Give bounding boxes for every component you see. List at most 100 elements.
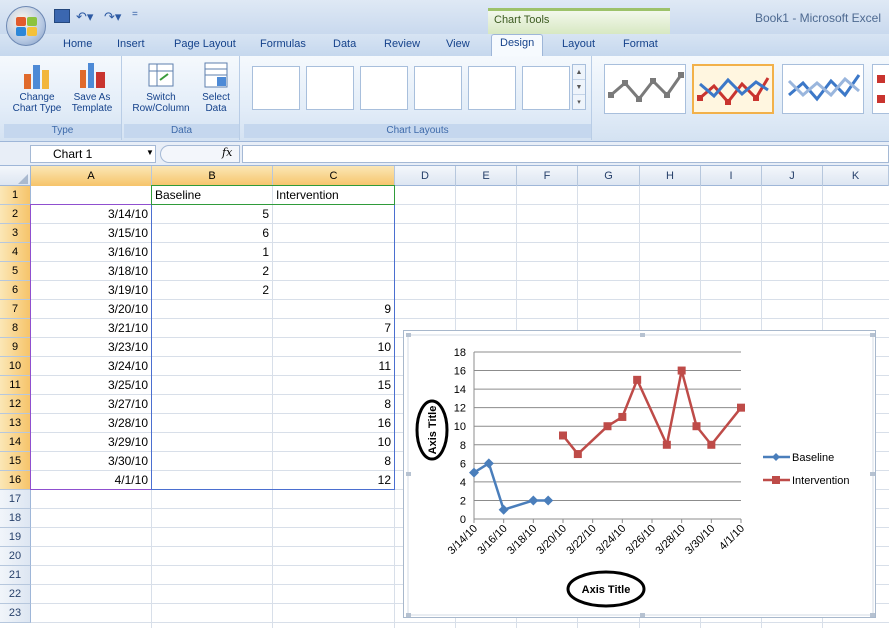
row-header-1[interactable]: 1 bbox=[0, 186, 31, 205]
chart-object[interactable]: 0 2 4 6 8 10 12 14 16 18 3/14/10 3/16/10 3/18/10 3/20… bbox=[403, 330, 876, 618]
row-header-5[interactable]: 5 bbox=[0, 262, 31, 281]
data-point-intervention[interactable] bbox=[677, 366, 686, 375]
row-header-3[interactable]: 3 bbox=[0, 224, 31, 243]
resize-handle[interactable] bbox=[870, 613, 875, 617]
chart-style-gray[interactable] bbox=[604, 64, 686, 114]
save-icon[interactable] bbox=[54, 9, 70, 23]
row-header-13[interactable]: 13 bbox=[0, 414, 31, 433]
row-header-17[interactable]: 17 bbox=[0, 490, 31, 509]
series-line-baseline[interactable] bbox=[473, 462, 549, 511]
row-header-4[interactable]: 4 bbox=[0, 243, 31, 262]
row-header-22[interactable]: 22 bbox=[0, 585, 31, 604]
row-header-15[interactable]: 15 bbox=[0, 452, 31, 471]
row-header-23[interactable]: 23 bbox=[0, 604, 31, 623]
row-header-9[interactable]: 9 bbox=[0, 338, 31, 357]
insert-function-icon[interactable]: fx bbox=[222, 146, 232, 159]
row-header-7[interactable]: 7 bbox=[0, 300, 31, 319]
resize-handle[interactable] bbox=[640, 333, 645, 337]
name-box-dropdown-icon[interactable]: ▼ bbox=[146, 148, 154, 157]
data-point-intervention[interactable] bbox=[737, 403, 745, 412]
tab-review[interactable]: Review bbox=[384, 38, 420, 56]
tab-view[interactable]: View bbox=[446, 38, 470, 56]
name-box[interactable]: Chart 1 bbox=[30, 145, 156, 163]
column-header-c[interactable]: C bbox=[273, 166, 395, 186]
column-header-d[interactable]: D bbox=[395, 166, 456, 186]
select-all-corner[interactable] bbox=[0, 166, 31, 186]
row-header-11[interactable]: 11 bbox=[0, 376, 31, 395]
row-header-21[interactable]: 21 bbox=[0, 566, 31, 585]
row-header-20[interactable]: 20 bbox=[0, 547, 31, 566]
save-as-template-button[interactable]: Save As Template bbox=[66, 60, 118, 114]
data-point-intervention[interactable] bbox=[603, 422, 612, 431]
layouts-scroll[interactable]: ▲ ▼ ▾ bbox=[572, 64, 586, 110]
tab-format[interactable]: Format bbox=[623, 38, 658, 56]
undo-icon[interactable]: ↶▾ bbox=[76, 9, 98, 24]
column-header-e[interactable]: E bbox=[456, 166, 517, 186]
resize-handle[interactable] bbox=[406, 333, 411, 337]
column-header-j[interactable]: J bbox=[762, 166, 823, 186]
resize-handle[interactable] bbox=[640, 613, 645, 617]
tab-data[interactable]: Data bbox=[333, 38, 356, 56]
legend-label-baseline[interactable]: Baseline bbox=[792, 452, 834, 464]
chart-layout-5[interactable] bbox=[468, 66, 516, 110]
scroll-up-icon[interactable]: ▲ bbox=[573, 65, 585, 80]
column-header-a[interactable]: A bbox=[31, 166, 152, 186]
resize-handle[interactable] bbox=[406, 472, 411, 476]
resize-handle[interactable] bbox=[406, 613, 411, 617]
data-point-baseline[interactable] bbox=[543, 495, 554, 506]
chart-layout-3[interactable] bbox=[360, 66, 408, 110]
select-data-button[interactable]: Select Data bbox=[196, 60, 236, 114]
y-axis-title[interactable]: Axis Title bbox=[427, 406, 439, 455]
resize-handle[interactable] bbox=[870, 472, 875, 476]
redo-icon[interactable]: ↷▾ bbox=[104, 9, 126, 24]
tab-insert[interactable]: Insert bbox=[117, 38, 145, 56]
office-button[interactable] bbox=[6, 6, 46, 46]
data-point-baseline[interactable] bbox=[528, 495, 539, 506]
data-point-intervention[interactable] bbox=[707, 440, 716, 449]
data-point-intervention[interactable] bbox=[573, 450, 582, 459]
row-header-14[interactable]: 14 bbox=[0, 433, 31, 452]
chart-layout-2[interactable] bbox=[306, 66, 354, 110]
data-point-intervention[interactable] bbox=[692, 422, 701, 431]
column-header-g[interactable]: G bbox=[578, 166, 640, 186]
chart-style-red-partial[interactable] bbox=[872, 64, 889, 114]
switch-row-column-button[interactable]: Switch Row/Column bbox=[126, 60, 196, 114]
row-header-16[interactable]: 16 bbox=[0, 471, 31, 490]
row-header-12[interactable]: 12 bbox=[0, 395, 31, 414]
tab-formulas[interactable]: Formulas bbox=[260, 38, 306, 56]
row-header-6[interactable]: 6 bbox=[0, 281, 31, 300]
column-header-k[interactable]: K bbox=[823, 166, 889, 186]
data-point-intervention[interactable] bbox=[633, 375, 642, 384]
tab-layout[interactable]: Layout bbox=[562, 38, 595, 56]
line-chart[interactable]: 0 2 4 6 8 10 12 14 16 18 3/14/103/16/103/18/103/20… bbox=[404, 331, 877, 619]
data-point-intervention[interactable] bbox=[559, 431, 567, 440]
x-axis-title[interactable]: Axis Title bbox=[582, 584, 631, 596]
chart-style-selected[interactable] bbox=[692, 64, 774, 114]
row-header-2[interactable]: 2 bbox=[0, 205, 31, 224]
legend-label-intervention[interactable]: Intervention bbox=[792, 475, 849, 487]
row-header-19[interactable]: 19 bbox=[0, 528, 31, 547]
scroll-down-icon[interactable]: ▼ bbox=[573, 80, 585, 95]
row-header-18[interactable]: 18 bbox=[0, 509, 31, 528]
row-header-10[interactable]: 10 bbox=[0, 357, 31, 376]
column-header-i[interactable]: I bbox=[701, 166, 762, 186]
formula-input[interactable] bbox=[242, 145, 889, 163]
chart-layout-6[interactable] bbox=[522, 66, 570, 110]
column-header-f[interactable]: F bbox=[517, 166, 578, 186]
data-point-baseline[interactable] bbox=[498, 504, 509, 515]
tab-page-layout[interactable]: Page Layout bbox=[174, 38, 236, 56]
column-header-h[interactable]: H bbox=[640, 166, 701, 186]
row-header-8[interactable]: 8 bbox=[0, 319, 31, 338]
chart-layout-1[interactable] bbox=[252, 66, 300, 110]
customize-toolbar-icon[interactable]: = bbox=[132, 9, 148, 23]
column-header-b[interactable]: B bbox=[152, 166, 273, 186]
resize-handle[interactable] bbox=[870, 333, 875, 337]
tab-home[interactable]: Home bbox=[63, 38, 92, 56]
change-chart-type-button[interactable]: Change Chart Type bbox=[10, 60, 64, 114]
chart-layout-4[interactable] bbox=[414, 66, 462, 110]
data-point-intervention[interactable] bbox=[662, 440, 671, 449]
data-point-intervention[interactable] bbox=[618, 412, 627, 421]
more-icon[interactable]: ▾ bbox=[573, 95, 585, 110]
chart-style-blue[interactable] bbox=[782, 64, 864, 114]
tab-design[interactable]: Design bbox=[491, 34, 544, 56]
